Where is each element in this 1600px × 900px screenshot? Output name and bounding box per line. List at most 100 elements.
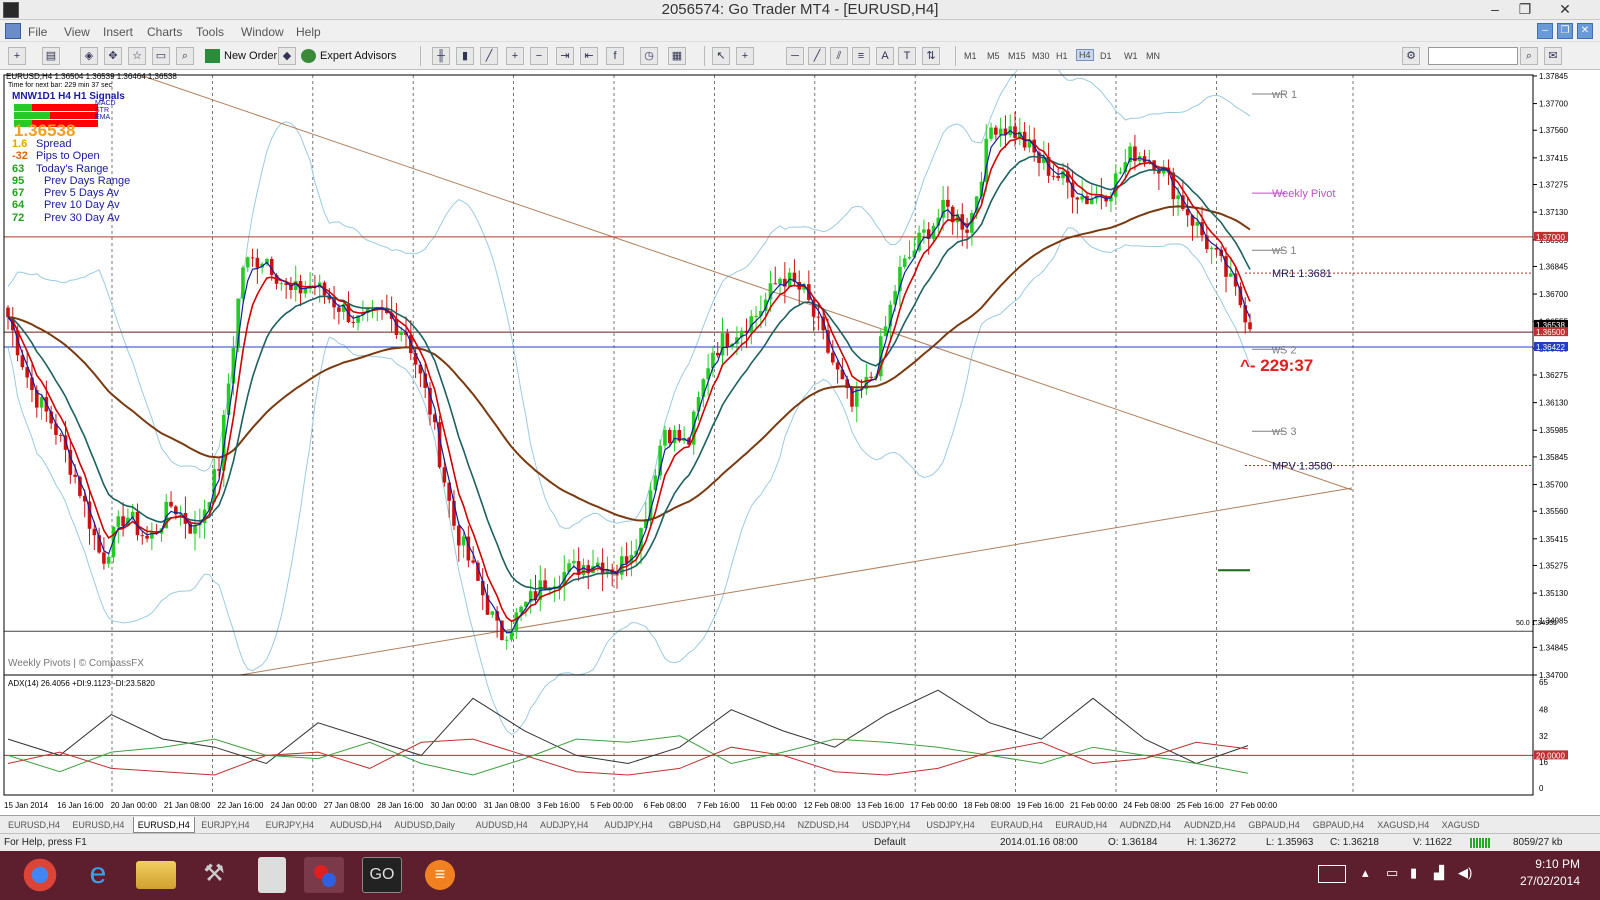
document-icon[interactable]	[5, 23, 21, 39]
timeframe-m30[interactable]: M30	[1032, 51, 1050, 61]
chart-tab[interactable]: AUDJPY,H4	[536, 817, 592, 833]
horizontal-line-icon[interactable]: ─	[786, 47, 804, 65]
menu-tools[interactable]: Tools	[196, 25, 224, 39]
chat-icon[interactable]: ✉	[1544, 47, 1562, 65]
keyboard-icon[interactable]	[1318, 865, 1346, 883]
profiles-icon[interactable]: ▤	[42, 47, 60, 65]
indicators-icon[interactable]: f	[606, 47, 624, 65]
timeframe-m5[interactable]: M5	[987, 51, 1000, 61]
channel-icon[interactable]: ⫽	[830, 47, 848, 65]
settings-gear-icon[interactable]: ⚙	[1402, 47, 1420, 65]
chart-tab[interactable]: AUDNZD,H4	[1180, 817, 1240, 833]
internet-explorer-icon[interactable]: e	[78, 857, 118, 893]
bar-chart-icon[interactable]: ╫	[432, 47, 450, 65]
chart-tab[interactable]: AUDNZD,H4	[1116, 817, 1176, 833]
search-icon[interactable]: ⌕	[1520, 47, 1538, 65]
chart-tab[interactable]: EURUSD,H4	[4, 817, 64, 833]
timeframe-m15[interactable]: M15	[1008, 51, 1026, 61]
chart-tab[interactable]: AUDUSD,H4	[326, 817, 386, 833]
chart-tab[interactable]: GBPUSD,H4	[665, 817, 725, 833]
chart-tab[interactable]: NZDUSD,H4	[794, 817, 854, 833]
trendline-icon[interactable]: ╱	[808, 47, 826, 65]
periods-icon[interactable]: ◷	[640, 47, 658, 65]
chart-tab[interactable]: XAGUSD,H4	[1373, 817, 1433, 833]
tools-icon[interactable]: ⚒	[194, 857, 234, 893]
action-center-icon[interactable]: ▭	[1386, 865, 1398, 881]
candle-body	[121, 516, 125, 526]
market-watch-icon[interactable]: ◈	[80, 47, 98, 65]
cursor-icon[interactable]: ↖	[712, 47, 730, 65]
chart-tab[interactable]: EURJPY,H4	[197, 817, 253, 833]
new-order-button[interactable]: New Order	[204, 47, 277, 65]
traffic-text: 8059/27 kb	[1513, 837, 1563, 848]
go-trader-icon[interactable]: GO	[362, 857, 402, 893]
mdi-minimize-icon[interactable]: –	[1537, 23, 1553, 39]
file-explorer-icon[interactable]	[136, 861, 176, 889]
price-chart[interactable]: wR 1 Weekly Pivot wS 1 MR1 1.3681 wS 2 wS 3 MP…	[0, 59, 1600, 815]
chart-tab[interactable]: XAGUSD	[1438, 817, 1484, 833]
menu-insert[interactable]: Insert	[103, 25, 133, 39]
volume-icon[interactable]: ◀)	[1458, 865, 1472, 881]
zoom-in-icon[interactable]: +	[506, 47, 524, 65]
menu-view[interactable]: View	[64, 25, 90, 39]
timeframe-mn[interactable]: MN	[1146, 51, 1160, 61]
zoom-out-icon[interactable]: −	[530, 47, 548, 65]
navigator-icon[interactable]: ✥	[104, 47, 122, 65]
calculator-icon[interactable]	[258, 857, 286, 893]
timeframe-m1[interactable]: M1	[964, 51, 977, 61]
chart-tab[interactable]: GBPAUD,H4	[1309, 817, 1368, 833]
mdi-close-icon[interactable]: ✕	[1577, 23, 1593, 39]
sublime-icon[interactable]: ≡	[420, 857, 460, 893]
timeframe-h1[interactable]: H1	[1056, 51, 1068, 61]
network-icon[interactable]: ▟	[1434, 865, 1444, 881]
minimize-button[interactable]: –	[1480, 0, 1510, 20]
arrows-icon[interactable]: ⇅	[922, 47, 940, 65]
chart-tab[interactable]: EURAUD,H4	[987, 817, 1047, 833]
chart-tab[interactable]: AUDJPY,H4	[600, 817, 656, 833]
metaeditor-icon[interactable]: ◆	[278, 47, 296, 65]
fibonacci-icon[interactable]: ≡	[852, 47, 870, 65]
chart-tab[interactable]: EURUSD,H4	[132, 817, 195, 833]
menu-file[interactable]: File	[28, 25, 47, 39]
media-icon[interactable]	[304, 857, 344, 893]
terminal-icon[interactable]: ▭	[152, 47, 170, 65]
chart-tab[interactable]: USDJPY,H4	[922, 817, 978, 833]
text-icon[interactable]: A	[876, 47, 894, 65]
close-button[interactable]: ✕	[1550, 0, 1580, 20]
battery-icon[interactable]: ▮	[1410, 865, 1417, 881]
chart-tab[interactable]: GBPUSD,H4	[729, 817, 789, 833]
chart-window[interactable]: wR 1 Weekly Pivot wS 1 MR1 1.3681 wS 2 wS 3 MP…	[0, 59, 1600, 815]
auto-scroll-icon[interactable]: ⇥	[556, 47, 574, 65]
chart-tab[interactable]: EURJPY,H4	[262, 817, 318, 833]
data-window-icon[interactable]: ☆	[128, 47, 146, 65]
text-label-icon[interactable]: T	[898, 47, 916, 65]
crosshair-icon[interactable]: +	[736, 47, 754, 65]
timeframe-d1[interactable]: D1	[1100, 51, 1112, 61]
system-clock[interactable]: 9:10 PM 27/02/2014	[1520, 856, 1580, 890]
search-input[interactable]	[1428, 47, 1518, 65]
expert-advisors-button[interactable]: Expert Advisors	[300, 47, 396, 65]
stat-row: -32 Pips to Open	[12, 150, 130, 162]
chart-shift-icon[interactable]: ⇤	[580, 47, 598, 65]
chart-tab[interactable]: EURAUD,H4	[1051, 817, 1111, 833]
chrome-icon[interactable]	[20, 857, 60, 893]
tester-icon[interactable]: ⌕	[176, 47, 194, 65]
chart-tab[interactable]: GBPAUD,H4	[1244, 817, 1303, 833]
new-chart-icon[interactable]: +	[8, 47, 26, 65]
line-chart-icon[interactable]: ╱	[480, 47, 498, 65]
timeframe-h4[interactable]: H4	[1076, 49, 1094, 61]
x-tick-label: 17 Feb 00:00	[910, 801, 958, 810]
chart-tab[interactable]: USDJPY,H4	[858, 817, 914, 833]
templates-icon[interactable]: ▦	[668, 47, 686, 65]
chart-tab[interactable]: EURUSD,H4	[68, 817, 128, 833]
menu-charts[interactable]: Charts	[147, 25, 182, 39]
maximize-button[interactable]: ❐	[1510, 0, 1540, 20]
mdi-restore-icon[interactable]: ❐	[1557, 23, 1573, 39]
menu-window[interactable]: Window	[241, 25, 284, 39]
timeframe-w1[interactable]: W1	[1124, 51, 1138, 61]
chart-tab[interactable]: AUDUSD,Daily	[390, 817, 459, 833]
menu-help[interactable]: Help	[296, 25, 321, 39]
chart-tab[interactable]: AUDUSD,H4	[472, 817, 532, 833]
tray-up-arrow-icon[interactable]: ▴	[1362, 865, 1369, 881]
candlestick-icon[interactable]: ▮	[456, 47, 474, 65]
